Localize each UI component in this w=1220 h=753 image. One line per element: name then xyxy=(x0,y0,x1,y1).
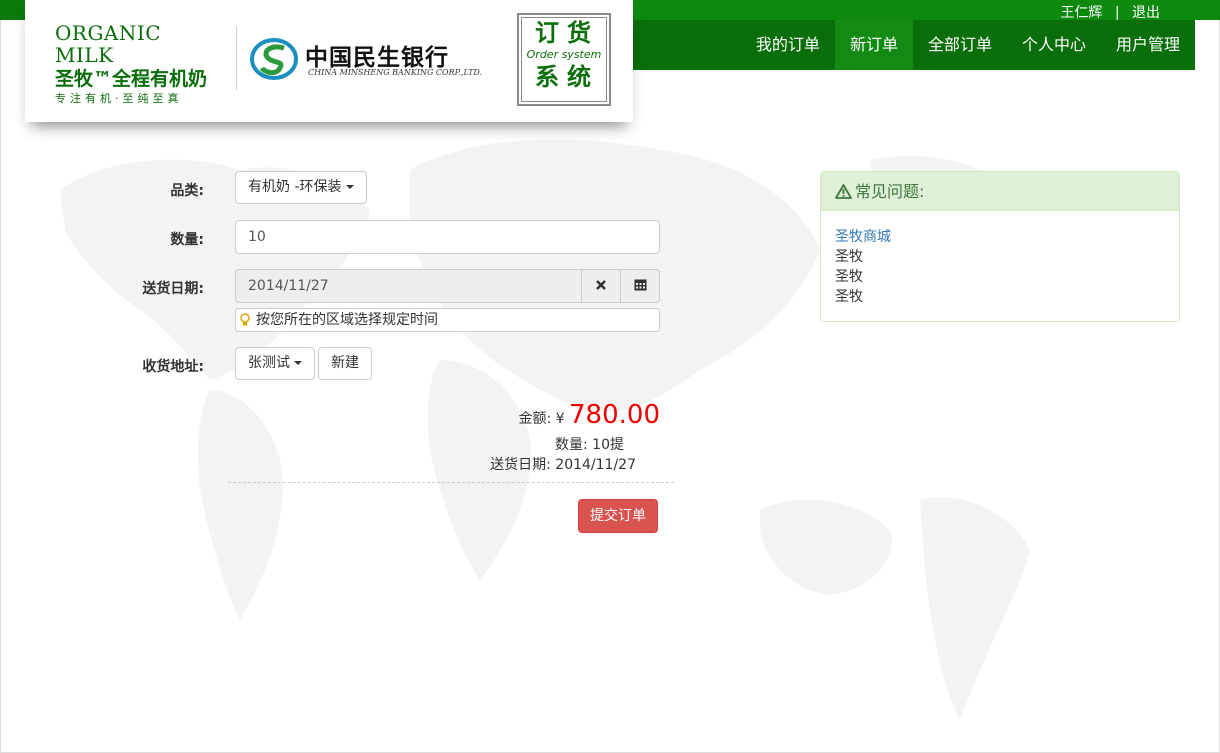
organic-logo-slogan: 专注有机·至纯至真 xyxy=(55,92,183,105)
faq-item: 圣牧 xyxy=(835,249,863,265)
nav-new-order[interactable]: 新订单 xyxy=(834,20,913,70)
submit-order-button[interactable]: 提交订单 xyxy=(578,499,658,533)
warning-icon xyxy=(835,184,852,199)
logo-divider xyxy=(236,26,237,90)
amount-value: 780.00 xyxy=(569,400,660,430)
address-value: 张测试 xyxy=(248,355,290,371)
caret-down-icon xyxy=(294,361,302,365)
date-summary: 送货日期: 2014/11/27 xyxy=(490,457,636,473)
faq-heading: 常见问题: xyxy=(821,172,1179,211)
organic-logo-en: ORGANIC MILK xyxy=(55,21,162,67)
bank-name-cn: 中国民生银行 xyxy=(305,45,449,71)
calendar-button[interactable] xyxy=(620,269,660,303)
category-label: 品类: xyxy=(170,183,204,199)
caret-down-icon xyxy=(345,185,354,189)
bank-logo: 中国民生银行 CHINA MINSHENG BANKING CORP.,LTD. xyxy=(250,38,510,82)
top-bar-stub xyxy=(0,0,25,20)
logo-panel: ORGANIC MILK 圣牧™全程有机奶 专注有机·至纯至真 中国民生银行 C… xyxy=(25,0,633,122)
bank-emblem-icon xyxy=(250,38,298,80)
amount-label: 金额: xyxy=(518,411,552,427)
date-hint-text: 按您所在的区域选择规定时间 xyxy=(256,312,438,328)
category-dropdown[interactable]: 有机奶 -环保装 xyxy=(235,171,367,204)
nav-all-orders[interactable]: 全部订单 xyxy=(913,20,1007,70)
address-label: 收货地址: xyxy=(142,359,204,375)
lightbulb-icon xyxy=(240,313,250,326)
user-separator: | xyxy=(1114,5,1120,21)
quantity-label: 数量: xyxy=(170,232,204,248)
amount-line: 金额: ¥ 780.00 xyxy=(518,400,660,430)
badge-line1: 订货 xyxy=(535,19,599,47)
date-label: 送货日期: xyxy=(142,281,204,297)
username: 王仁辉 xyxy=(1060,5,1103,21)
faq-item-link[interactable]: 圣牧商城 xyxy=(835,227,1165,247)
summary-divider xyxy=(228,482,674,483)
quantity-input[interactable]: 10 xyxy=(235,220,660,254)
delivery-date-input[interactable]: 2014/11/27 xyxy=(235,269,582,303)
faq-title: 常见问题: xyxy=(855,182,925,201)
currency-symbol: ¥ xyxy=(555,411,565,427)
faq-body: 圣牧商城 圣牧 圣牧 圣牧 xyxy=(821,211,1179,323)
faq-item: 圣牧 xyxy=(835,269,863,285)
calendar-icon xyxy=(634,279,646,291)
main-nav: 我的订单 新订单 全部订单 个人中心 用户管理 xyxy=(620,20,1195,70)
close-icon xyxy=(596,280,606,290)
faq-item: 圣牧 xyxy=(835,289,863,305)
organic-milk-logo: ORGANIC MILK 圣牧™全程有机奶 专注有机·至纯至真 xyxy=(55,22,220,106)
nav-user-management[interactable]: 用户管理 xyxy=(1101,20,1195,70)
category-value: 有机奶 -环保装 xyxy=(248,179,342,195)
quantity-summary: 数量: 10提 xyxy=(555,437,624,453)
badge-line3: 系统 xyxy=(535,63,599,91)
address-dropdown[interactable]: 张测试 xyxy=(235,347,315,380)
organic-logo-cn: 圣牧™全程有机奶 xyxy=(55,68,208,90)
faq-panel: 常见问题: 圣牧商城 圣牧 圣牧 圣牧 xyxy=(820,171,1180,322)
new-address-button[interactable]: 新建 xyxy=(318,347,372,380)
order-system-badge: 订货 Order system 系统 xyxy=(517,13,611,106)
logout-link[interactable]: 退出 xyxy=(1132,5,1160,21)
badge-line2: Order system xyxy=(526,48,602,61)
nav-personal-center[interactable]: 个人中心 xyxy=(1007,20,1101,70)
bank-name-en: CHINA MINSHENG BANKING CORP.,LTD. xyxy=(308,68,483,77)
date-hint: 按您所在的区域选择规定时间 xyxy=(235,308,660,332)
clear-date-button[interactable] xyxy=(581,269,621,303)
nav-my-orders[interactable]: 我的订单 xyxy=(741,20,835,70)
user-bar: 王仁辉 | 退出 xyxy=(1060,2,1160,22)
